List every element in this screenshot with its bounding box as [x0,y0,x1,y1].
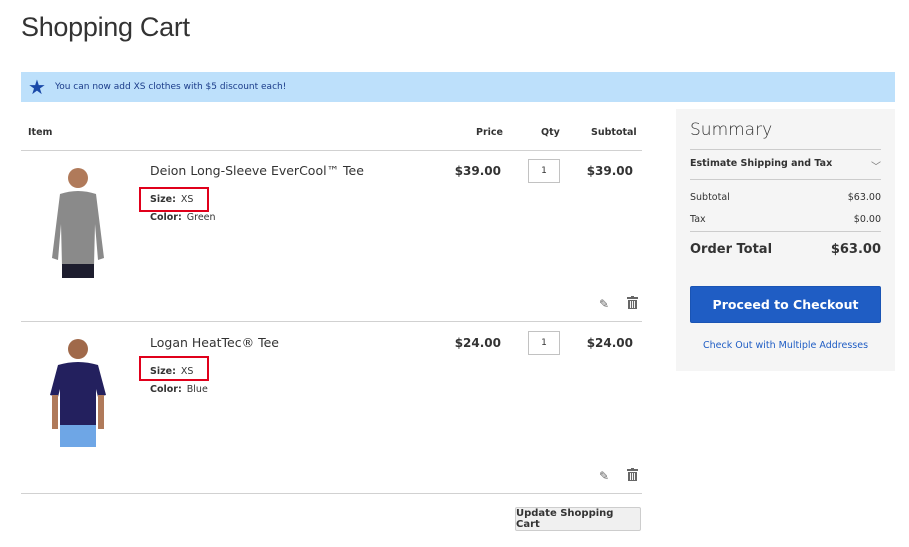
star-icon: ★ [28,75,46,99]
estimate-label: Estimate Shipping and Tax [690,158,833,169]
option-label: Color: [150,384,182,395]
subtotal-row: Subtotal $63.00 [690,192,881,203]
header-price: Price [476,127,503,138]
chevron-down-icon: ﹀ [871,162,881,173]
subtotal-value: $63.00 [847,192,881,203]
qty-input[interactable]: 1 [528,331,560,355]
divider [21,150,642,151]
page-title: Shopping Cart [21,12,190,42]
product-image-deion[interactable] [38,162,118,282]
divider [21,321,642,322]
order-total-label: Order Total [690,242,773,257]
option-color: Color: Blue [150,384,208,395]
order-total-value: $63.00 [830,242,881,257]
divider [690,179,881,180]
option-value: Blue [186,384,208,395]
size-highlight-box [139,356,209,381]
update-cart-button[interactable]: Update Shopping Cart [515,507,641,531]
divider [21,493,642,494]
tax-value: $0.00 [853,214,881,225]
subtotal-label: Subtotal [690,192,730,203]
option-color: Color: Green [150,212,216,223]
item-subtotal: $24.00 [586,336,633,350]
summary-title: Summary [690,120,773,140]
item-price: $24.00 [454,336,501,350]
divider [690,231,881,232]
product-image-logan[interactable] [38,333,118,453]
tax-row: Tax $0.00 [690,214,881,225]
header-item: Item [28,127,53,138]
edit-icon[interactable]: ✎ [599,469,609,483]
divider [690,149,881,150]
tax-label: Tax [690,214,706,225]
size-highlight-box [139,187,209,212]
option-value: Green [186,212,216,223]
delete-icon[interactable] [627,296,638,312]
order-total-row: Order Total $63.00 [690,242,881,257]
header-qty: Qty [541,127,560,138]
proceed-to-checkout-button[interactable]: Proceed to Checkout [690,286,881,323]
header-subtotal: Subtotal [591,127,637,138]
edit-icon[interactable]: ✎ [599,297,609,311]
option-label: Color: [150,212,182,223]
product-name[interactable]: Deion Long-Sleeve EverCool™ Tee [150,163,364,178]
promo-message: You can now add XS clothes with $5 disco… [54,82,287,92]
item-subtotal: $39.00 [586,164,633,178]
delete-icon[interactable] [627,468,638,484]
summary-panel: Summary Estimate Shipping and Tax ﹀ Subt… [676,109,895,371]
promo-banner: ★ You can now add XS clothes with $5 dis… [21,72,895,102]
qty-input[interactable]: 1 [528,159,560,183]
item-price: $39.00 [454,164,501,178]
product-name[interactable]: Logan HeatTec® Tee [150,335,279,350]
estimate-shipping-toggle[interactable]: Estimate Shipping and Tax ﹀ [690,158,881,173]
multiple-addresses-link[interactable]: Check Out with Multiple Addresses [676,340,895,351]
